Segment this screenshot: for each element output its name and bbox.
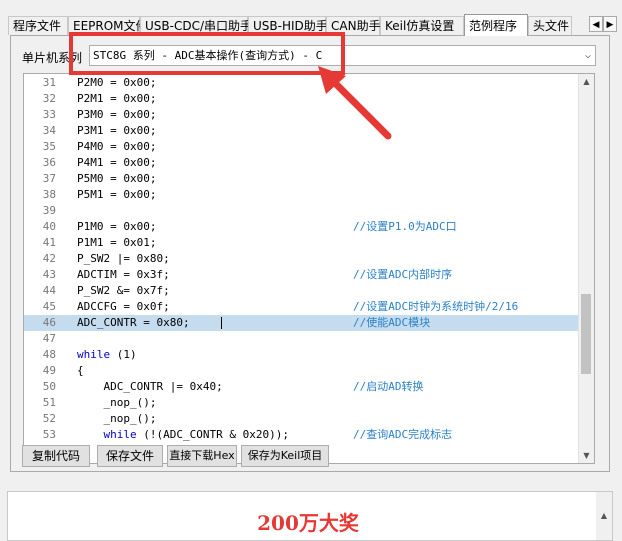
banner-scrollbar[interactable]: ▲: [596, 492, 612, 540]
line-number: 40: [42, 220, 56, 233]
code-text: _nop_();: [77, 396, 157, 409]
line-number: 37: [42, 172, 56, 185]
code-line: 49 {: [24, 363, 580, 379]
code-line: 48 while (1): [24, 347, 580, 363]
code-comment: //设置ADC内部时序: [353, 268, 453, 281]
line-number: 33: [42, 108, 56, 121]
line-number: 42: [42, 252, 56, 265]
code-text: _nop_();: [77, 412, 157, 425]
code-text: P1M0 = 0x00;: [77, 220, 157, 233]
code-line: 47: [24, 331, 580, 347]
code-line: 52 _nop_();: [24, 411, 580, 427]
tab-next-icon[interactable]: ▶: [603, 16, 617, 32]
code-text: P4M1 = 0x00;: [77, 156, 157, 169]
code-line: 37 P5M0 = 0x00;: [24, 171, 580, 187]
code-line: 31 P2M0 = 0x00;: [24, 75, 580, 91]
annotation-highlight-box: [69, 32, 345, 75]
line-number: 39: [42, 204, 56, 217]
code-line: 50 ADC_CONTR |= 0x40; //启动AD转换: [24, 379, 580, 395]
code-text: P5M1 = 0x00;: [77, 188, 157, 201]
tab-examples[interactable]: 范例程序: [464, 14, 528, 36]
code-line: 38 P5M1 = 0x00;: [24, 187, 580, 203]
line-number: 50: [42, 380, 56, 393]
bottom-banner: 200万大奖 ▲: [7, 491, 613, 541]
scroll-thumb[interactable]: [581, 294, 591, 374]
line-number: 32: [42, 92, 56, 105]
code-comment: //设置ADC时钟为系统时钟/2/16: [353, 300, 519, 313]
code-keyword: while: [77, 348, 111, 361]
code-text: P2M1 = 0x00;: [77, 92, 157, 105]
code-comment: //设置P1.0为ADC口: [353, 220, 457, 233]
code-line: 34 P3M1 = 0x00;: [24, 123, 580, 139]
line-number: 36: [42, 156, 56, 169]
line-number: 38: [42, 188, 56, 201]
prize-banner-text[interactable]: 200万大奖: [8, 507, 608, 536]
code-line: 41 P1M1 = 0x01;: [24, 235, 580, 251]
tab-program-file[interactable]: 程序文件: [8, 16, 68, 35]
copy-code-button[interactable]: 复制代码: [22, 445, 90, 467]
scroll-up-icon[interactable]: ▲: [579, 74, 594, 89]
save-file-button[interactable]: 保存文件: [97, 445, 163, 467]
line-number: 49: [42, 364, 56, 377]
code-line: 44 P_SW2 &= 0x7f;: [24, 283, 580, 299]
save-keil-project-button[interactable]: 保存为Keil项目: [241, 445, 329, 467]
line-number: 43: [42, 268, 56, 281]
code-text: P2M0 = 0x00;: [77, 76, 157, 89]
line-number: 34: [42, 124, 56, 137]
scroll-down-icon[interactable]: ▼: [579, 448, 594, 463]
examples-panel: 单片机系列 STC8G 系列 - ADC基本操作(查询方式) - C ⌵ 31 P…: [10, 35, 610, 472]
line-number: 35: [42, 140, 56, 153]
line-number: 31: [42, 76, 56, 89]
code-line: 40 P1M0 = 0x00; //设置P1.0为ADC口: [24, 219, 580, 235]
code-text: P_SW2 |= 0x80;: [77, 252, 170, 265]
vertical-scrollbar[interactable]: ▲ ▼: [578, 74, 594, 463]
text-caret: [221, 317, 222, 329]
chevron-down-icon[interactable]: ⌵: [585, 46, 591, 65]
code-line: 46 ADC_CONTR = 0x80; //使能ADC模块: [24, 315, 580, 331]
code-text: P3M0 = 0x00;: [77, 108, 157, 121]
code-text: ADC_CONTR = 0x80;: [77, 316, 190, 329]
line-number: 52: [42, 412, 56, 425]
line-number: 44: [42, 284, 56, 297]
code-keyword: while: [103, 428, 137, 441]
line-number: 41: [42, 236, 56, 249]
code-line: 45 ADCCFG = 0x0f; //设置ADC时钟为系统时钟/2/16: [24, 299, 580, 315]
code-line: 36 P4M1 = 0x00;: [24, 155, 580, 171]
code-text: ADCTIM = 0x3f;: [77, 268, 170, 281]
code-comment: //使能ADC模块: [353, 316, 431, 329]
code-line: 33 P3M0 = 0x00;: [24, 107, 580, 123]
code-line: 32 P2M1 = 0x00;: [24, 91, 580, 107]
code-comment: //启动AD转换: [353, 380, 424, 393]
code-line: 51 _nop_();: [24, 395, 580, 411]
code-text: P3M1 = 0x00;: [77, 124, 157, 137]
code-text: while (!(ADC_CONTR & 0x20));: [103, 428, 289, 441]
code-line: 53 while (!(ADC_CONTR & 0x20)); //查询ADC完成…: [24, 427, 580, 443]
tab-prev-icon[interactable]: ◀: [589, 16, 603, 32]
line-number: 51: [42, 396, 56, 409]
code-text: {: [77, 364, 84, 377]
code-text: ADC_CONTR |= 0x40;: [77, 380, 223, 393]
code-text: while (1): [77, 348, 137, 361]
code-text: P_SW2 &= 0x7f;: [77, 284, 170, 297]
banner-scroll-up-icon[interactable]: ▲: [596, 508, 612, 523]
line-number: 45: [42, 300, 56, 313]
code-editor[interactable]: 31 P2M0 = 0x00; 32 P2M1 = 0x00; 33 P3M0 = 0x0…: [23, 73, 595, 464]
tab-header-file[interactable]: 头文件: [528, 16, 572, 35]
code-text: P4M0 = 0x00;: [77, 140, 157, 153]
code-text: ADCCFG = 0x0f;: [77, 300, 170, 313]
download-hex-button[interactable]: 直接下载Hex: [167, 445, 237, 467]
line-number: 46: [42, 316, 56, 329]
code-comment: //查询ADC完成标志: [353, 428, 453, 441]
line-number: 53: [42, 428, 56, 441]
code-line: 42 P_SW2 |= 0x80;: [24, 251, 580, 267]
code-text: P5M0 = 0x00;: [77, 172, 157, 185]
line-number: 48: [42, 348, 56, 361]
line-number: 47: [42, 332, 56, 345]
code-text: P1M1 = 0x01;: [77, 236, 157, 249]
code-line: 43 ADCTIM = 0x3f; //设置ADC内部时序: [24, 267, 580, 283]
code-line: 39: [24, 203, 580, 219]
code-line: 35 P4M0 = 0x00;: [24, 139, 580, 155]
tab-keil-sim[interactable]: Keil仿真设置: [380, 16, 464, 35]
